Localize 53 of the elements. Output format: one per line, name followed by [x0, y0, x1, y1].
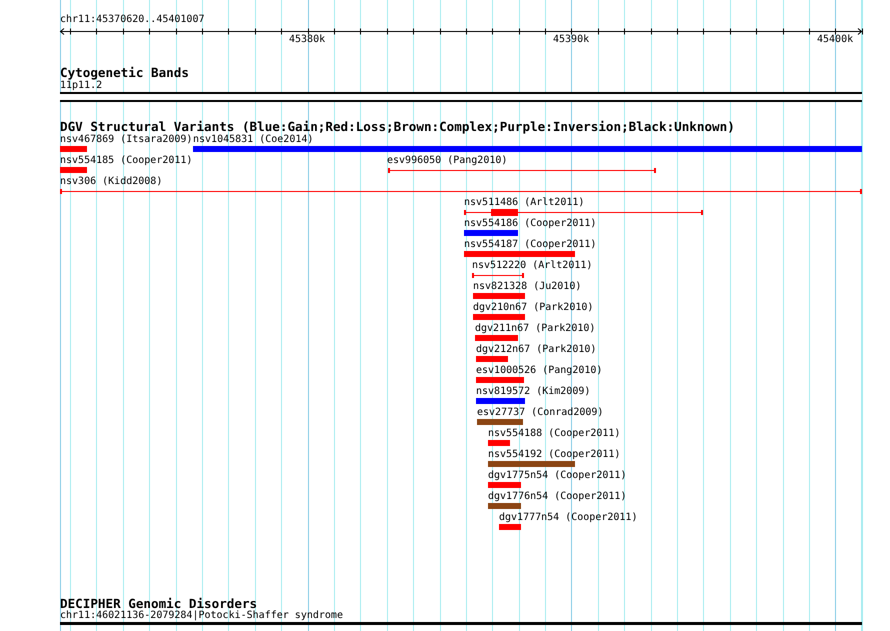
variant-label[interactable]: nsv819572 (Kim2009) — [476, 386, 590, 398]
variant-label[interactable]: esv27737 (Conrad2009) — [477, 407, 604, 419]
variant-range[interactable] — [388, 168, 656, 173]
disorder-label[interactable]: chr11:46021136-2079284|Potocki-Shaffer syndrome — [60, 610, 343, 622]
variant-label[interactable]: nsv554192 (Cooper2011) — [488, 449, 620, 461]
variant-label[interactable]: nsv554186 (Cooper2011) — [464, 218, 596, 230]
region-label: chr11:45370620..45401007 — [60, 14, 204, 26]
variant-label[interactable]: dgv212n67 (Park2010) — [476, 344, 596, 356]
variant-bar[interactable] — [473, 293, 525, 299]
variant-bar[interactable] — [193, 146, 862, 152]
variant-label[interactable]: nsv512220 (Arlt2011) — [472, 260, 592, 272]
variant-range[interactable] — [472, 273, 524, 278]
variant-label[interactable]: nsv306 (Kidd2008) — [60, 176, 162, 188]
variant-label[interactable]: nsv467869 (Itsara2009) — [60, 134, 192, 146]
disorder-bar[interactable] — [60, 622, 862, 625]
variant-bar[interactable] — [488, 461, 575, 467]
variant-bar[interactable] — [488, 482, 521, 488]
variant-bar[interactable] — [488, 440, 510, 446]
variant-label[interactable]: nsv821328 (Ju2010) — [473, 281, 582, 293]
variant-bar[interactable] — [60, 167, 87, 173]
variant-bar[interactable] — [491, 209, 518, 216]
variant-bar[interactable] — [475, 335, 518, 341]
variant-bar[interactable] — [464, 251, 575, 257]
variant-bar[interactable] — [464, 230, 518, 236]
variant-label[interactable]: nsv554185 (Cooper2011) — [60, 155, 192, 167]
variant-label[interactable]: dgv1777n54 (Cooper2011) — [499, 512, 638, 524]
variant-label[interactable]: nsv554188 (Cooper2011) — [488, 428, 620, 440]
variant-label[interactable]: dgv1776n54 (Cooper2011) — [488, 491, 626, 503]
variant-label[interactable]: nsv511486 (Arlt2011) — [464, 197, 584, 209]
variant-bar[interactable] — [476, 356, 508, 362]
track-title: Cytogenetic Bands — [60, 66, 189, 80]
variant-bar[interactable] — [476, 398, 525, 404]
track-title: DGV Structural Variants (Blue:Gain;Red:Loss;Brown:Complex;Purple:Inversion;Black:Unknown) — [60, 120, 735, 134]
variant-label[interactable]: dgv211n67 (Park2010) — [475, 323, 596, 335]
variant-range[interactable] — [60, 189, 862, 194]
variant-label[interactable]: dgv1775n54 (Cooper2011) — [488, 470, 626, 482]
variant-bar[interactable] — [499, 524, 521, 530]
variant-label[interactable]: nsv1045831 (Coe2014) — [193, 134, 314, 146]
variant-bar[interactable] — [60, 146, 87, 152]
variant-bar[interactable] — [473, 314, 525, 320]
tick-label: 45390k — [553, 34, 590, 46]
variant-label[interactable]: nsv554187 (Cooper2011) — [464, 239, 596, 251]
variant-range[interactable] — [464, 210, 703, 215]
track-title: DECIPHER Genomic Disorders — [60, 597, 258, 611]
band-label: 11p11.2 — [60, 80, 102, 92]
tick-label: 45380k — [289, 34, 326, 46]
variant-bar[interactable] — [476, 377, 524, 383]
variant-label[interactable]: esv996050 (Pang2010) — [387, 155, 508, 167]
variant-label[interactable]: dgv210n67 (Park2010) — [473, 302, 594, 314]
variant-bar[interactable] — [488, 503, 521, 509]
variant-label[interactable]: esv1000526 (Pang2010) — [476, 365, 602, 377]
variant-bar[interactable] — [477, 419, 523, 425]
tick-label: 45400k — [817, 34, 854, 46]
